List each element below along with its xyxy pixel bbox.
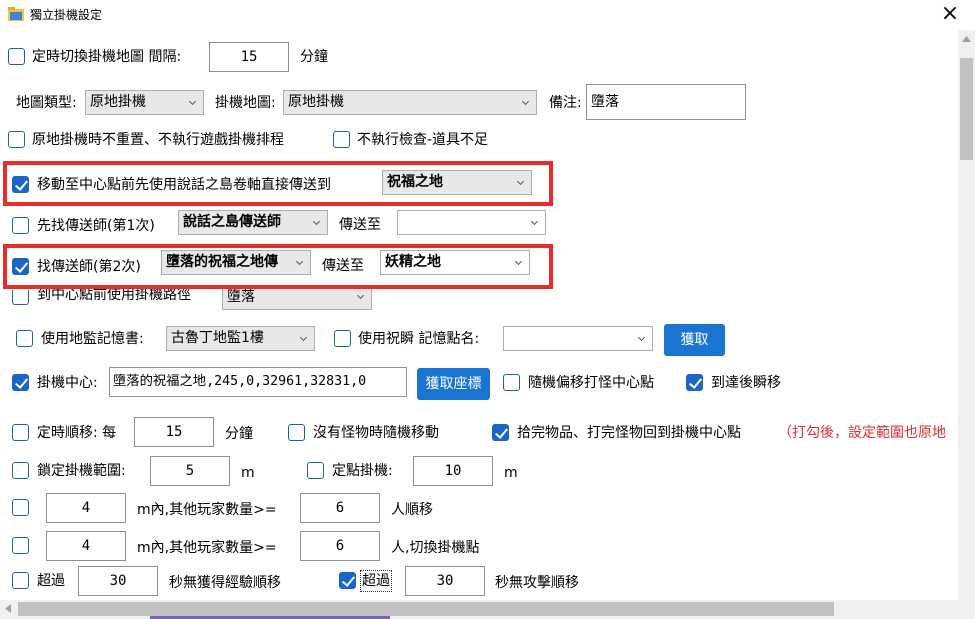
no-exp-checkbox[interactable]	[12, 572, 29, 589]
random-offset-checkbox[interactable]	[503, 374, 520, 391]
crowd-count-input-2[interactable]: 6	[300, 531, 380, 561]
random-offset-label: 隨機偏移打怪中心點	[528, 375, 654, 391]
timed-switch-label: 定時切換掛機地圖 間隔:	[32, 49, 182, 65]
timed-move-label: 定時順移: 每	[37, 425, 117, 441]
lock-range-input[interactable]: 5	[150, 456, 230, 486]
fixed-point-label: 定點掛機:	[332, 463, 393, 479]
scrollbar-corner	[958, 600, 975, 619]
scroll-dest-select[interactable]: 祝福之地	[382, 170, 532, 195]
hang-path-value: 墮落	[227, 289, 255, 305]
no-exp-input[interactable]: 30	[78, 566, 158, 596]
scroll-up-icon[interactable]	[962, 36, 971, 42]
hang-center-input[interactable]: 墮落的祝福之地,245,0,32961,32831,0	[109, 367, 407, 397]
hang-map-value: 原地掛機	[288, 94, 344, 110]
second-teleporter-checkbox[interactable]	[12, 258, 29, 275]
crowd-distance-input-2[interactable]: 4	[46, 531, 126, 561]
hang-path-label: 到中心點前使用掛機路徑	[37, 289, 191, 303]
player-crowd-switch-checkbox[interactable]	[12, 537, 29, 554]
note-input[interactable]: 墮落	[586, 84, 746, 120]
first-teleporter-label: 先找傳送師(第1次)	[37, 218, 155, 234]
second-teleporter-value: 墮落的祝福之地傳	[166, 254, 278, 270]
no-attack-checkbox[interactable]	[339, 572, 356, 589]
fixed-point-unit: m	[504, 465, 518, 481]
first-teleporter-select[interactable]: 說話之島傳送師	[178, 210, 328, 235]
no-check-label: 不執行檢查-道具不足	[357, 132, 489, 148]
first-teleporter-checkbox[interactable]	[12, 217, 29, 234]
no-monster-label: 沒有怪物時隨機移動	[313, 425, 439, 441]
dungeon-scroll-checkbox[interactable]	[16, 330, 33, 347]
dungeon-scroll-label: 使用地監記憶書:	[41, 331, 144, 347]
hang-map-label: 掛機地圖:	[215, 95, 276, 111]
close-icon[interactable]: ×	[935, 1, 965, 27]
teleport-after-label: 到達後瞬移	[711, 375, 781, 391]
no-monster-checkbox[interactable]	[288, 424, 305, 441]
crowd-switch-label: 人,切換掛機點	[391, 540, 480, 556]
note-label: 備注:	[549, 95, 582, 111]
lock-range-label: 鎖定掛機範圍:	[37, 463, 126, 479]
lock-range-checkbox[interactable]	[12, 462, 29, 479]
crowd-count-input[interactable]: 6	[300, 493, 380, 523]
app-folder-icon	[8, 7, 24, 21]
hang-map-select[interactable]: 原地掛機	[283, 90, 537, 115]
scroll-teleport-checkbox[interactable]	[12, 176, 29, 193]
timed-switch-checkbox[interactable]	[8, 48, 25, 65]
timed-move-input[interactable]: 15	[134, 417, 214, 447]
no-attack-exceed-label: 超過	[360, 570, 392, 592]
map-type-value: 原地掛機	[90, 94, 146, 110]
no-reset-checkbox[interactable]	[8, 131, 25, 148]
first-to-label: 傳送至	[339, 217, 381, 233]
return-center-note: （打勾後，設定範圍也原地	[778, 425, 946, 441]
second-teleporter-label: 找傳送師(第2次)	[37, 259, 141, 275]
second-to-label: 傳送至	[322, 258, 364, 274]
second-teleporter-select[interactable]: 墮落的祝福之地傳	[161, 250, 311, 275]
return-center-checkbox[interactable]	[492, 424, 509, 441]
crowd-distance-label: m內,其他玩家數量>=	[137, 502, 277, 518]
second-dest-value: 妖精之地	[385, 254, 441, 270]
first-dest-select[interactable]	[397, 210, 546, 235]
no-reset-label: 原地掛機時不重置、不執行遊戲掛機排程	[32, 132, 284, 148]
hang-path-checkbox[interactable]	[12, 290, 29, 305]
no-exp-label: 秒無獲得經驗順移	[169, 575, 281, 591]
vertical-scroll-thumb[interactable]	[960, 58, 973, 160]
timed-move-minutes-label: 分鐘	[225, 426, 253, 442]
scroll-left-icon[interactable]	[5, 604, 11, 613]
fixed-point-checkbox[interactable]	[307, 462, 324, 479]
dungeon-scroll-value: 古魯丁地監1樓	[171, 330, 264, 346]
crowd-move-label: 人順移	[391, 502, 433, 518]
fetch-coords-button[interactable]: 獲取座標	[417, 368, 490, 400]
lock-range-unit: m	[241, 465, 255, 481]
return-center-label: 拾完物品、打完怪物回到掛機中心點	[517, 425, 741, 441]
crowd-distance-input[interactable]: 4	[46, 493, 126, 523]
title-bar	[0, 0, 975, 30]
player-crowd-move-checkbox[interactable]	[12, 499, 29, 516]
chevron-down-icon	[637, 333, 646, 342]
no-check-checkbox[interactable]	[333, 131, 350, 148]
horizontal-scroll-thumb[interactable]	[18, 602, 834, 616]
dungeon-scroll-select[interactable]: 古魯丁地監1樓	[166, 326, 315, 351]
fetch-button[interactable]: 獲取	[664, 324, 725, 356]
window-title: 獨立掛機設定	[30, 8, 103, 22]
blink-select[interactable]	[503, 326, 653, 351]
blink-checkbox[interactable]	[334, 330, 351, 347]
chevron-down-icon	[530, 217, 539, 226]
map-type-select[interactable]: 原地掛機	[85, 90, 204, 115]
timed-move-checkbox[interactable]	[12, 424, 29, 441]
hang-center-label: 掛機中心:	[37, 375, 98, 391]
blink-label: 使用祝瞬 記憶點名:	[358, 331, 480, 347]
no-attack-input[interactable]: 30	[405, 566, 485, 596]
first-teleporter-value: 說話之島傳送師	[183, 214, 281, 230]
hang-center-checkbox[interactable]	[12, 374, 29, 391]
map-type-label: 地圖類型:	[16, 95, 77, 111]
scroll-teleport-label: 移動至中心點前先使用說話之島卷軸直接傳送到	[37, 177, 331, 193]
switch-interval-input[interactable]: 15	[209, 42, 289, 72]
second-dest-select[interactable]: 妖精之地	[380, 250, 530, 275]
scroll-dest-value: 祝福之地	[387, 174, 443, 190]
fixed-point-input[interactable]: 10	[413, 456, 493, 486]
no-exp-exceed-label: 超過	[37, 573, 65, 589]
teleport-after-checkbox[interactable]	[686, 374, 703, 391]
crowd-distance-label-2: m內,其他玩家數量>=	[137, 540, 277, 556]
no-attack-label: 秒無攻擊順移	[495, 575, 579, 591]
hang-path-select[interactable]: 墮落	[222, 289, 372, 310]
minutes-label: 分鐘	[300, 49, 328, 65]
